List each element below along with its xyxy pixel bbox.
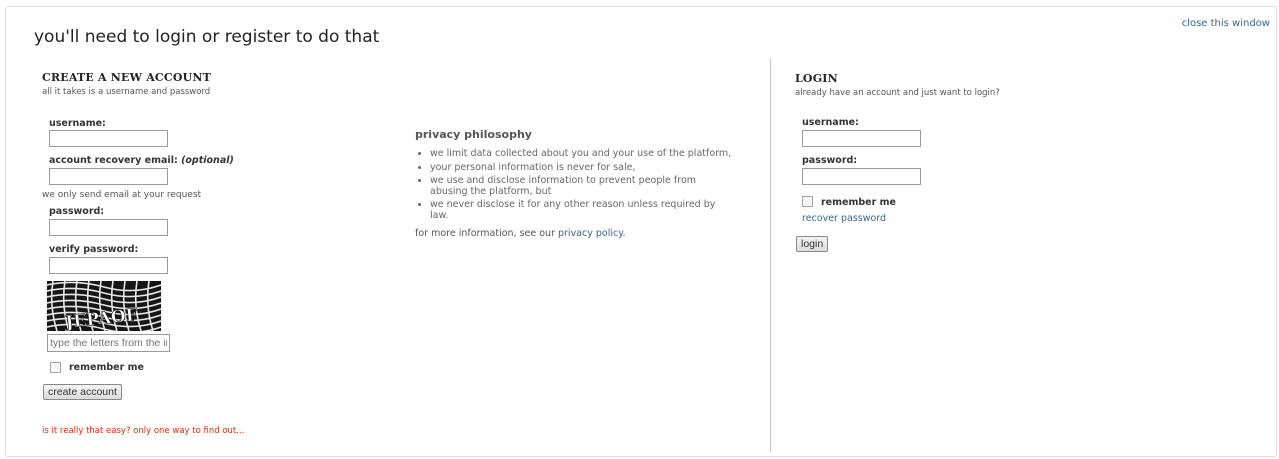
privacy-item: we use and disclose information to preve…: [430, 175, 735, 197]
register-title: CREATE A NEW ACCOUNT: [42, 71, 212, 84]
privacy-section: privacy philosophy we limit data collect…: [415, 128, 735, 239]
privacy-policy-link[interactable]: privacy policy: [558, 228, 623, 239]
captcha-graphic: JEPAOF: [47, 281, 161, 331]
captcha-image: JEPAOF: [47, 281, 161, 331]
page-title: you'll need to login or register to do t…: [34, 27, 380, 47]
email-label-text: account recovery email:: [49, 155, 178, 166]
login-username-input[interactable]: [802, 130, 921, 147]
recover-password-link[interactable]: recover password: [802, 213, 886, 224]
register-username-input[interactable]: [49, 130, 168, 147]
login-subtitle: already have an account and just want to…: [795, 88, 1000, 98]
login-password-input[interactable]: [802, 168, 921, 185]
privacy-footer-suffix: .: [622, 228, 626, 239]
login-password-label: password:: [802, 155, 858, 166]
register-remember-label: remember me: [69, 362, 144, 373]
column-divider: [770, 58, 771, 452]
privacy-list: we limit data collected about you and yo…: [415, 148, 735, 221]
privacy-item: we never disclose it for any other reaso…: [430, 199, 735, 221]
login-username-label: username:: [802, 117, 859, 128]
privacy-title: privacy philosophy: [415, 128, 532, 141]
email-optional-text: (optional): [181, 155, 234, 166]
create-account-button[interactable]: create account: [43, 384, 122, 400]
register-verify-password-input[interactable]: [49, 257, 168, 274]
close-window-link[interactable]: close this window: [1182, 18, 1270, 29]
register-subtitle: all it takes is a username and password: [42, 87, 211, 97]
password-label: password:: [49, 206, 105, 217]
email-label: account recovery email: (optional): [49, 155, 234, 166]
register-remember-checkbox[interactable]: [50, 362, 61, 373]
login-remember-label: remember me: [821, 197, 896, 208]
privacy-item: we limit data collected about you and yo…: [430, 148, 735, 160]
register-tagline: is it really that easy? only one way to …: [42, 426, 245, 436]
verify-password-label: verify password:: [49, 244, 139, 255]
username-label: username:: [49, 118, 106, 129]
privacy-footer: for more information, see our privacy po…: [415, 228, 735, 239]
register-password-input[interactable]: [49, 219, 168, 236]
privacy-footer-prefix: for more information, see our: [415, 228, 558, 239]
email-note: we only send email at your request: [42, 190, 202, 200]
login-button[interactable]: login: [796, 236, 829, 252]
login-remember-checkbox[interactable]: [802, 196, 813, 207]
login-title: LOGIN: [795, 72, 838, 85]
register-email-input[interactable]: [49, 168, 168, 185]
captcha-input[interactable]: [47, 334, 170, 352]
privacy-item: your personal information is never for s…: [430, 162, 735, 174]
